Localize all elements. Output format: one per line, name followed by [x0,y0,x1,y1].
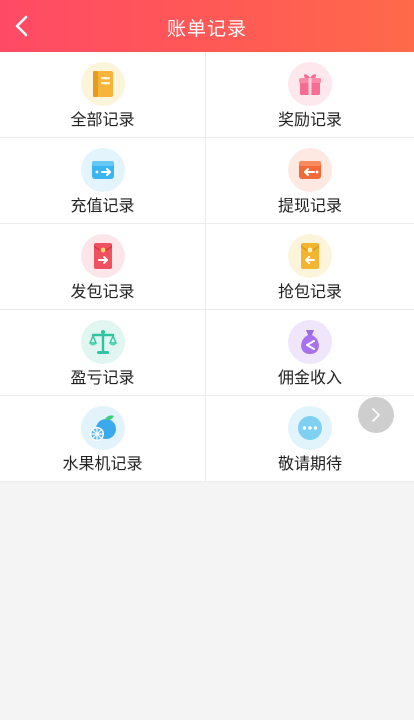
grid-item-grab-packet-records[interactable]: 抢包记录 [206,224,414,310]
grid-item-label: 奖励记录 [277,110,342,129]
grid-item-fruit-machine-records[interactable]: 水果机记录 [0,396,206,482]
grid-item-label: 充值记录 [70,196,135,215]
grid-item-label: 敬请期待 [277,454,342,473]
wallet-out-icon [288,148,332,192]
gift-icon [288,62,332,106]
floating-next-button[interactable] [358,397,394,433]
page-title: 账单记录 [166,18,247,40]
grid-item-recharge-records[interactable]: 充值记录 [0,138,206,224]
grid-item-reward-records[interactable]: 奖励记录 [206,52,414,138]
money-bag-icon [288,320,332,364]
grid-item-label: 盈亏记录 [70,368,135,387]
grid-item-label: 全部记录 [70,110,135,129]
more-icon [288,406,332,450]
back-button[interactable] [14,10,54,42]
grid-item-commission-income[interactable]: 佣金收入 [206,310,414,396]
grid-item-all-records[interactable]: 全部记录 [0,52,206,138]
book-icon [80,62,125,106]
balance-scale-icon [80,320,125,364]
grid-item-withdraw-records[interactable]: 提现记录 [206,138,414,224]
grid-item-send-packet-records[interactable]: 发包记录 [0,224,206,310]
wallet-in-icon [80,148,125,192]
chevron-left-icon [15,15,28,37]
header-bar: 账单记录 [0,0,414,52]
grid-item-label: 提现记录 [277,196,342,215]
grid-item-label: 抢包记录 [277,282,342,301]
grid-item-label: 佣金收入 [277,368,342,387]
grid-item-label: 发包记录 [70,282,135,301]
grid-item-label: 水果机记录 [62,454,143,473]
grid-item-profit-loss-records[interactable]: 盈亏记录 [0,310,206,396]
chevron-right-icon [372,408,380,422]
red-envelope-grab-icon [288,234,332,278]
fruit-icon [80,406,125,450]
record-grid: 全部记录 奖励记录 充值记录 提现记录 发包记录 抢包记录 盈亏记录 佣金收入 … [0,52,414,482]
red-envelope-send-icon [80,234,125,278]
